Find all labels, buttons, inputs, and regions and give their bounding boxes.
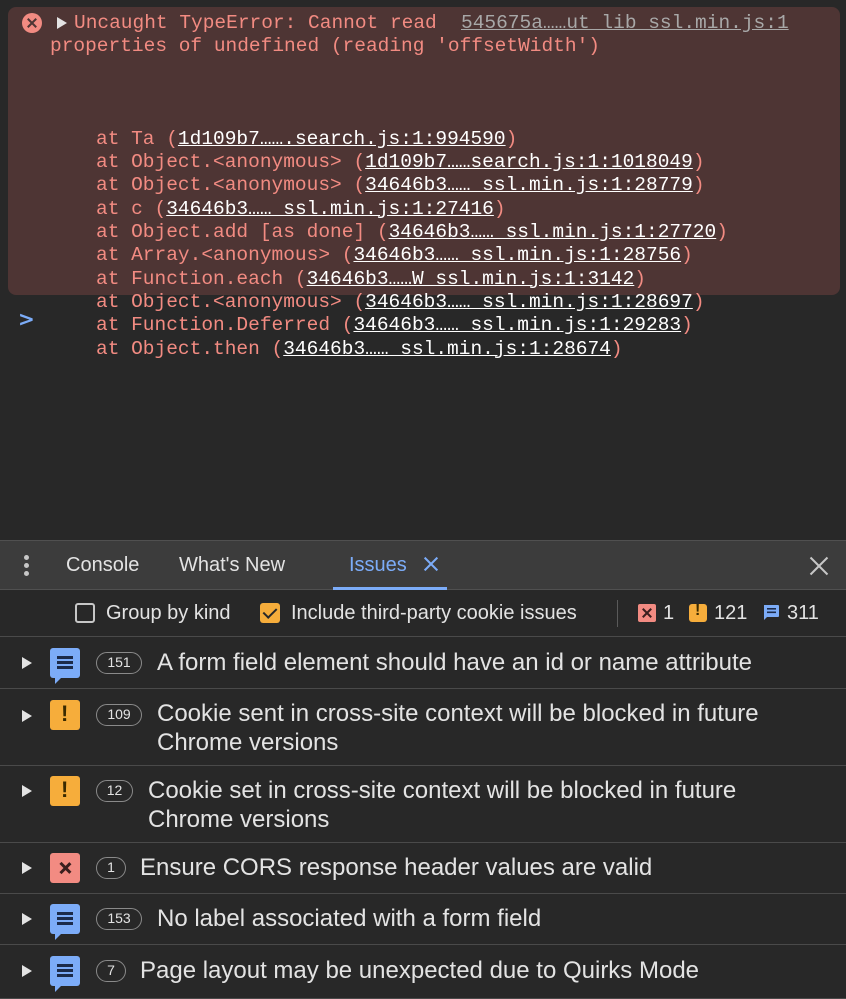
stack-frame-close: ) [493, 197, 506, 220]
issue-row[interactable]: 109 Cookie sent in cross-site context wil… [0, 689, 846, 766]
stack-frame-link[interactable]: 34646b3……_ssl.min.js:1:27720 [389, 221, 717, 243]
info-message-icon [50, 956, 80, 992]
stack-frame-close: ) [692, 174, 705, 197]
console-panel: Uncaught TypeError: Cannot read 545675a…… [0, 0, 846, 540]
tab-whats-new[interactable]: What's New [179, 554, 285, 577]
issue-row[interactable]: 1 Ensure CORS response header values are … [0, 843, 846, 894]
error-text-line1: Uncaught TypeError: Cannot read [74, 12, 437, 34]
info-message-icon [50, 904, 80, 940]
third-party-cookie-checkbox[interactable] [260, 603, 280, 623]
stack-frame-link[interactable]: 1d109b7……search.js:1:1018049 [365, 151, 693, 173]
expand-arrow-icon[interactable] [22, 657, 32, 669]
warning-count-icon [689, 602, 707, 622]
stack-frame: at Ta (1d109b7…….search.js:1:994590) [96, 128, 728, 151]
issue-count-badge: 7 [96, 960, 126, 982]
issue-count-badge: 109 [96, 704, 142, 726]
issue-count-badge: 153 [96, 908, 142, 930]
stack-frame-call: at Array.<anonymous> ( [96, 244, 354, 267]
issue-row[interactable]: 12 Cookie set in cross-site context will … [0, 766, 846, 843]
stack-frame-link[interactable]: 34646b3……_ssl.min.js:1:29283 [353, 314, 681, 336]
stack-frame-call: at Ta ( [96, 127, 178, 150]
expand-arrow-icon[interactable] [57, 17, 67, 29]
expand-arrow-icon[interactable] [22, 965, 32, 977]
stack-frame-link[interactable]: 34646b3……_ssl.min.js:1:27416 [166, 198, 494, 220]
issue-title: No label associated with a form field [157, 905, 542, 932]
stack-frame-close: ) [610, 337, 623, 360]
issue-row[interactable]: 151 A form field element should have an i… [0, 637, 846, 689]
console-prompt[interactable]: > [18, 307, 35, 331]
info-message-icon [50, 648, 80, 684]
stack-frame: at Function.each (34646b3……W_ssl.min.js:… [96, 268, 728, 291]
tab-console[interactable]: Console [66, 554, 139, 577]
stack-frame-link[interactable]: 34646b3……_ssl.min.js:1:28756 [353, 244, 681, 266]
stack-trace: at Ta (1d109b7…….search.js:1:994590) at O… [96, 58, 728, 361]
error-text-line2: properties of undefined (reading 'offset… [50, 35, 600, 57]
error-count: 1 [663, 602, 675, 624]
issue-row[interactable]: 7 Page layout may be unexpected due to Qu… [0, 945, 846, 999]
issue-title: Cookie set in cross-site context will be… [148, 777, 737, 833]
stack-frame: at Object.<anonymous> (34646b3……_ssl.min… [96, 174, 728, 197]
issue-title: Page layout may be unexpected due to Qui… [140, 957, 700, 984]
issue-title: Ensure CORS response header values are v… [140, 854, 653, 881]
stack-frame: at Object.<anonymous> (1d109b7……search.j… [96, 151, 728, 174]
issues-toolbar: Group by kind Include third-party cookie… [0, 590, 846, 637]
stack-frame-link[interactable]: 1d109b7…….search.js:1:994590 [178, 128, 506, 150]
close-drawer-icon[interactable] [808, 555, 830, 577]
issue-count-badge: 12 [96, 780, 133, 802]
warning-count: 121 [714, 602, 748, 624]
info-count-icon [764, 605, 779, 620]
stack-frame: at Object.<anonymous> (34646b3……_ssl.min… [96, 291, 728, 314]
stack-frame-call: at Object.add [as done] ( [96, 221, 389, 244]
expand-arrow-icon[interactable] [22, 710, 32, 722]
tab-issues[interactable]: Issues [349, 554, 407, 577]
error-circle-icon [22, 13, 42, 33]
error-count-icon [638, 604, 656, 622]
stack-frame-close: ) [505, 127, 518, 150]
close-tab-icon[interactable] [422, 555, 440, 573]
group-by-kind-checkbox[interactable] [75, 603, 95, 623]
toolbar-divider [617, 600, 618, 627]
stack-frame-link[interactable]: 34646b3……_ssl.min.js:1:28779 [365, 174, 693, 196]
third-party-cookie-label[interactable]: Include third-party cookie issues [291, 602, 577, 625]
info-count: 311 [787, 602, 819, 624]
issue-count-badge: 1 [96, 857, 126, 879]
group-by-kind-label[interactable]: Group by kind [106, 602, 231, 625]
stack-frame-call: at Object.then ( [96, 337, 284, 360]
issue-count-badge: 151 [96, 652, 142, 674]
expand-arrow-icon[interactable] [22, 862, 32, 874]
drawer-tab-bar: Console What's New Issues [0, 540, 846, 590]
issue-title: Cookie sent in cross-site context will b… [157, 700, 759, 756]
warning-icon [50, 700, 80, 730]
error-icon [50, 853, 80, 883]
drawer-menu-icon[interactable] [20, 555, 34, 577]
stack-frame-link[interactable]: 34646b3……_ssl.min.js:1:28697 [365, 291, 693, 313]
error-source-link[interactable]: 545675a……ut_lib_ssl.min.js:1 [461, 12, 789, 35]
stack-frame-call: at Object.<anonymous> ( [96, 174, 366, 197]
stack-frame: at Array.<anonymous> (34646b3……_ssl.min.… [96, 244, 728, 267]
stack-frame-link[interactable]: 34646b3……W_ssl.min.js:1:3142 [307, 268, 635, 290]
stack-frame-close: ) [692, 290, 705, 313]
stack-frame-call: at c ( [96, 197, 167, 220]
stack-frame-link[interactable]: 34646b3……_ssl.min.js:1:28674 [283, 338, 611, 360]
warning-icon [50, 776, 80, 806]
stack-frame: at c (34646b3……_ssl.min.js:1:27416) [96, 198, 728, 221]
issue-title: A form field element should have an id o… [157, 649, 753, 676]
expand-arrow-icon[interactable] [22, 913, 32, 925]
stack-frame-close: ) [681, 244, 693, 267]
stack-frame: at Object.add [as done] (34646b3……_ssl.m… [96, 221, 728, 244]
stack-frame-close: ) [681, 314, 693, 337]
stack-frame-call: at Function.each ( [96, 267, 307, 290]
stack-frame-call: at Object.<anonymous> ( [96, 290, 366, 313]
expand-arrow-icon[interactable] [22, 785, 32, 797]
issue-row[interactable]: 153 No label associated with a form field [0, 894, 846, 945]
stack-frame-close: ) [692, 151, 705, 174]
stack-frame-call: at Function.Deferred ( [96, 314, 354, 337]
stack-frame-close: ) [634, 267, 646, 290]
stack-frame-call: at Object.<anonymous> ( [96, 151, 366, 174]
stack-frame: at Object.then (34646b3……_ssl.min.js:1:2… [96, 338, 728, 361]
stack-frame: at Function.Deferred (34646b3……_ssl.min.… [96, 314, 728, 337]
stack-frame-close: ) [716, 221, 728, 244]
